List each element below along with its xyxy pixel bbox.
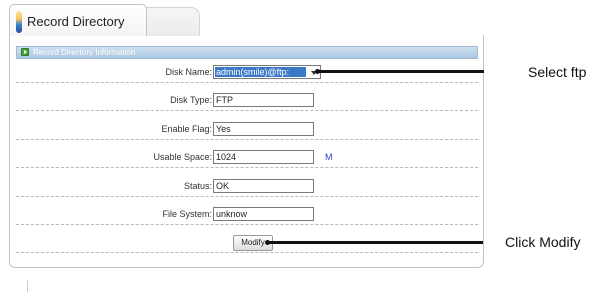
usable-space-unit: M (325, 152, 333, 162)
disk-name-label: Disk Name: (165, 67, 212, 77)
section-title: Record Directory Information (33, 48, 136, 57)
inactive-tab[interactable] (140, 7, 200, 36)
select-ftp-callout: Select ftp (528, 64, 587, 80)
disk-type-row: Disk Type: FTP (16, 89, 478, 111)
disk-type-label: Disk Type: (170, 95, 212, 105)
section-header: Record Directory Information (16, 46, 478, 59)
disk-name-value: admin(smile)@ftp: (215, 67, 306, 77)
section-arrow-icon (21, 48, 29, 56)
status-field[interactable]: OK (213, 179, 314, 193)
divider (27, 280, 28, 292)
status-row: Status: OK (16, 175, 478, 197)
select-ftp-pointer (315, 69, 484, 74)
tab-record-directory[interactable]: Record Directory (9, 4, 147, 36)
file-system-label: File System: (162, 209, 212, 219)
file-system-row: File System: unknow (16, 203, 478, 225)
usable-space-row: Usable Space: 1024 M (16, 146, 478, 168)
disk-type-field[interactable]: FTP (213, 93, 314, 107)
usable-space-label: Usable Space: (153, 152, 212, 162)
file-system-field[interactable]: unknow (213, 207, 314, 221)
enable-flag-field[interactable]: Yes (213, 122, 314, 136)
click-modify-callout: Click Modify (505, 234, 581, 250)
tab-label: Record Directory (27, 14, 125, 29)
enable-flag-row: Enable Flag: Yes (16, 118, 478, 140)
click-modify-pointer (265, 240, 483, 245)
status-label: Status: (183, 181, 212, 191)
enable-flag-label: Enable Flag: (161, 124, 212, 134)
disk-name-select[interactable]: admin(smile)@ftp: (213, 65, 321, 79)
record-directory-icon (16, 11, 22, 33)
usable-space-field[interactable]: 1024 (213, 150, 314, 164)
